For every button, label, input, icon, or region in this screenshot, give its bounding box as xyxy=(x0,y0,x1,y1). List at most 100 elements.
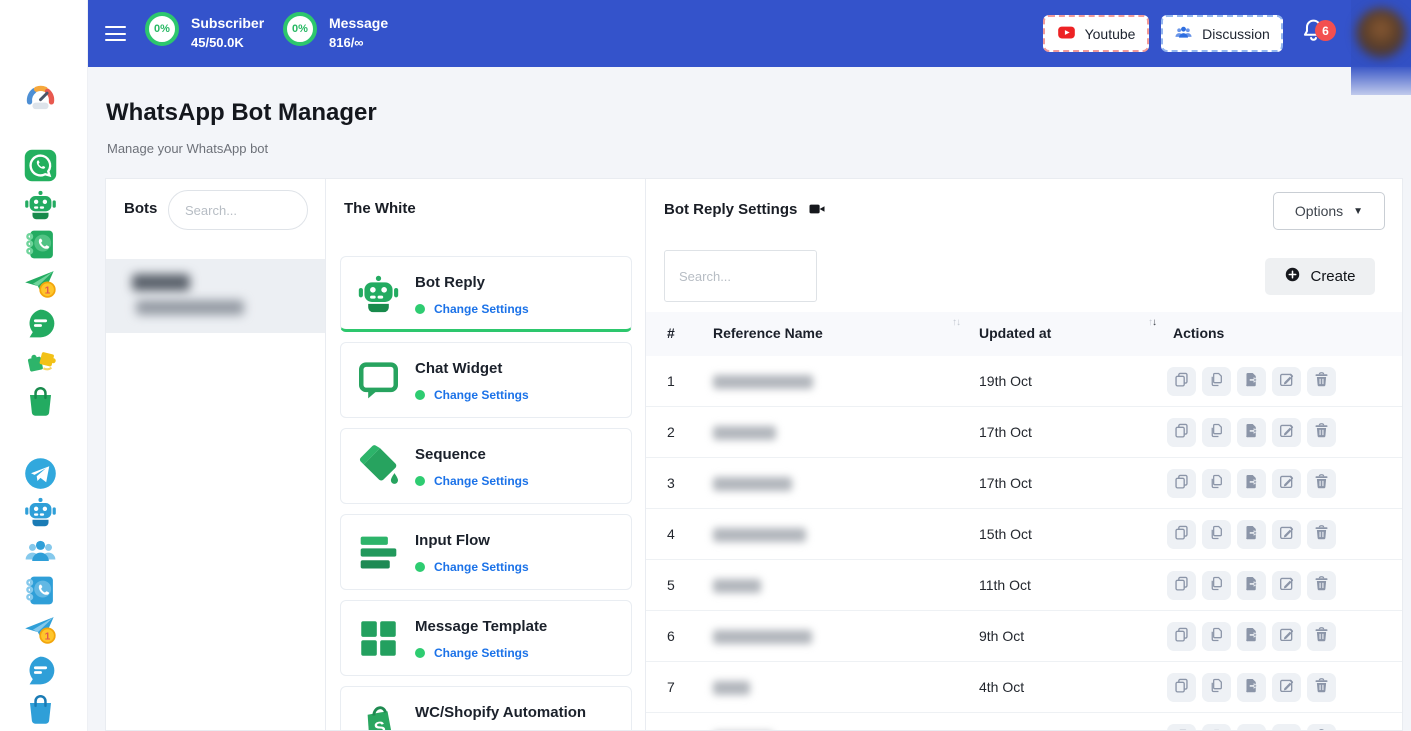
delete-button[interactable] xyxy=(1307,469,1336,498)
change-settings-link[interactable]: Change Settings xyxy=(434,474,529,488)
status-dot xyxy=(415,390,425,400)
column-reference-name[interactable]: Reference Name xyxy=(713,325,823,341)
sidebar-item-telegram-bot[interactable] xyxy=(23,495,58,530)
hamburger-icon[interactable] xyxy=(105,26,126,46)
delete-button[interactable] xyxy=(1307,724,1336,731)
sidebar-item-telegram-group[interactable] xyxy=(23,534,58,569)
copy-button[interactable] xyxy=(1167,367,1196,396)
sidebar-item-telegram-contacts[interactable] xyxy=(23,573,58,608)
sidebar-item-whatsapp-contacts[interactable] xyxy=(23,227,58,262)
table-header: # Reference Name ↑↓ Updated at ↑↓ Action… xyxy=(646,312,1403,356)
export-button[interactable] xyxy=(1237,469,1266,498)
sidebar-item-dashboard[interactable] xyxy=(23,80,58,115)
copy-button[interactable] xyxy=(1167,724,1196,731)
create-button[interactable]: Create xyxy=(1265,258,1375,295)
bots-search-input[interactable] xyxy=(168,190,308,230)
export-button[interactable] xyxy=(1237,418,1266,447)
duplicate-button[interactable] xyxy=(1202,571,1231,600)
edit-button[interactable] xyxy=(1272,520,1301,549)
duplicate-button[interactable] xyxy=(1202,469,1231,498)
edit-button[interactable] xyxy=(1272,622,1301,651)
copy-button[interactable] xyxy=(1167,571,1196,600)
options-button[interactable]: Options▼ xyxy=(1273,192,1385,230)
edit-button[interactable] xyxy=(1272,571,1301,600)
edit-icon xyxy=(1278,677,1295,699)
copy-button[interactable] xyxy=(1167,673,1196,702)
change-settings-link[interactable]: Change Settings xyxy=(434,388,529,402)
export-button[interactable] xyxy=(1237,673,1266,702)
user-avatar[interactable] xyxy=(1356,8,1406,58)
delete-icon xyxy=(1313,677,1330,699)
bag-icon xyxy=(23,692,58,727)
table-row xyxy=(646,713,1403,731)
bot-list-item[interactable] xyxy=(106,259,325,333)
sidebar-item-integrations[interactable] xyxy=(23,345,58,380)
caret-down-icon: ▼ xyxy=(1353,206,1363,217)
edit-button[interactable] xyxy=(1272,367,1301,396)
video-camera-icon[interactable] xyxy=(807,200,827,218)
export-button[interactable] xyxy=(1237,367,1266,396)
people-icon xyxy=(1174,23,1193,45)
delete-button[interactable] xyxy=(1307,622,1336,651)
duplicate-button[interactable] xyxy=(1202,724,1231,731)
sidebar-item-telegram-store[interactable] xyxy=(23,692,58,727)
row-actions xyxy=(1167,673,1336,702)
export-button[interactable] xyxy=(1237,520,1266,549)
discussion-button[interactable]: Discussion xyxy=(1161,15,1283,52)
duplicate-button[interactable] xyxy=(1202,367,1231,396)
copy-button[interactable] xyxy=(1167,418,1196,447)
sidebar-item-telegram-broadcast[interactable]: 1 xyxy=(23,612,58,647)
delete-button[interactable] xyxy=(1307,418,1336,447)
change-settings-link[interactable]: Change Settings xyxy=(434,302,529,316)
edit-button[interactable] xyxy=(1272,673,1301,702)
sort-icon-updated-at[interactable]: ↑↓ xyxy=(1148,317,1156,328)
duplicate-button[interactable] xyxy=(1202,673,1231,702)
settings-card-message-template[interactable]: Message TemplateChange Settings xyxy=(340,600,632,676)
duplicate-button[interactable] xyxy=(1202,622,1231,651)
youtube-button[interactable]: Youtube xyxy=(1043,15,1149,52)
app-sidebar: 11 xyxy=(0,0,88,731)
settings-card-input-flow[interactable]: Input FlowChange Settings xyxy=(340,514,632,590)
change-settings-link[interactable]: Change Settings xyxy=(434,560,529,574)
delete-button[interactable] xyxy=(1307,520,1336,549)
copy-icon xyxy=(1173,473,1190,495)
whatsapp-icon xyxy=(23,148,58,183)
duplicate-button[interactable] xyxy=(1202,418,1231,447)
export-button[interactable] xyxy=(1237,571,1266,600)
sidebar-item-whatsapp-broadcast[interactable]: 1 xyxy=(23,266,58,301)
chat-icon xyxy=(23,306,58,341)
delete-button[interactable] xyxy=(1307,367,1336,396)
settings-card-sequence[interactable]: SequenceChange Settings xyxy=(340,428,632,504)
change-settings-link[interactable]: Change Settings xyxy=(434,646,529,660)
settings-card-bot-reply[interactable]: Bot ReplyChange Settings xyxy=(340,256,632,332)
settings-card-chat-widget[interactable]: Chat WidgetChange Settings xyxy=(340,342,632,418)
copy-button[interactable] xyxy=(1167,469,1196,498)
reference-name-redacted xyxy=(713,477,792,491)
sidebar-item-whatsapp-store[interactable] xyxy=(23,384,58,419)
sidebar-item-whatsapp-bot[interactable] xyxy=(23,188,58,223)
column-actions: Actions xyxy=(1173,325,1224,341)
sidebar-item-telegram-chat[interactable] xyxy=(23,653,58,688)
edit-button[interactable] xyxy=(1272,418,1301,447)
export-button[interactable] xyxy=(1237,622,1266,651)
row-actions xyxy=(1167,367,1336,396)
sort-icon-reference-name[interactable]: ↑↓ xyxy=(952,317,960,328)
edit-button[interactable] xyxy=(1272,724,1301,731)
table-row: 317th Oct xyxy=(646,458,1403,509)
export-button[interactable] xyxy=(1237,724,1266,731)
settings-card-wc-shopify-automation[interactable]: SWC/Shopify AutomationChange Settings xyxy=(340,686,632,731)
delete-button[interactable] xyxy=(1307,571,1336,600)
edit-button[interactable] xyxy=(1272,469,1301,498)
duplicate-button[interactable] xyxy=(1202,520,1231,549)
sidebar-item-whatsapp-chat[interactable] xyxy=(23,306,58,341)
sidebar-item-whatsapp[interactable] xyxy=(23,148,58,183)
bell-icon[interactable]: 6 xyxy=(1300,17,1330,47)
column-updated-at[interactable]: Updated at xyxy=(979,325,1051,341)
copy-button[interactable] xyxy=(1167,622,1196,651)
table-search-input[interactable] xyxy=(664,250,817,302)
sidebar-item-telegram[interactable] xyxy=(23,456,58,491)
copy-button[interactable] xyxy=(1167,520,1196,549)
delete-button[interactable] xyxy=(1307,673,1336,702)
svg-text:1: 1 xyxy=(45,631,51,642)
edit-icon xyxy=(1278,728,1295,731)
